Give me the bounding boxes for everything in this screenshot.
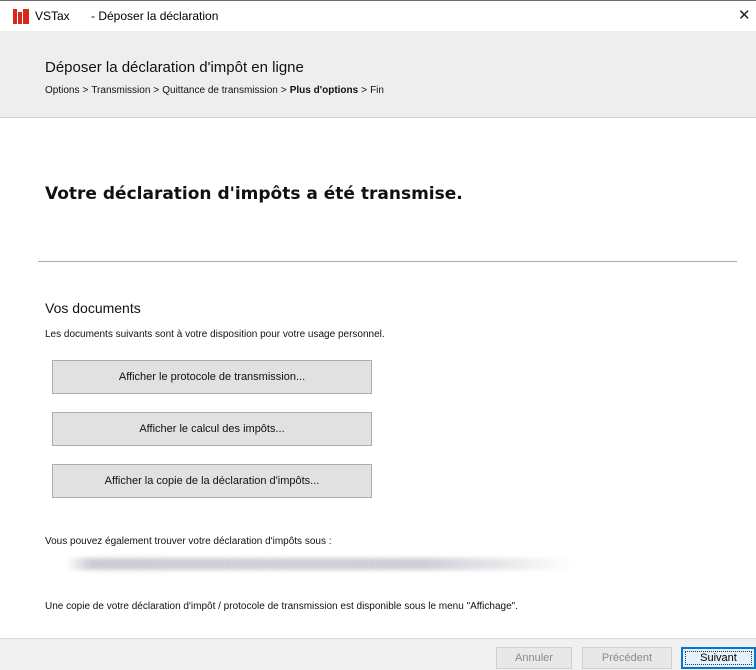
vstax-logo-icon <box>13 9 29 24</box>
breadcrumb-separator: > <box>361 85 368 96</box>
copy-availability-note: Une copie de votre déclaration d'impôt /… <box>45 601 518 612</box>
breadcrumb-step-receipt: Quittance de transmission <box>162 85 278 96</box>
previous-button[interactable]: Précédent <box>582 647 672 669</box>
documents-title: Vos documents <box>45 300 141 316</box>
cancel-button[interactable]: Annuler <box>496 647 572 669</box>
blurred-file-path <box>66 558 574 570</box>
focus-indicator <box>685 651 752 665</box>
title-bar: VSTax - Déposer la déclaration ✕ <box>0 1 756 31</box>
next-button[interactable]: Suivant <box>681 647 756 669</box>
breadcrumb-step-options: Options <box>45 85 80 96</box>
breadcrumb-separator: > <box>280 85 287 96</box>
app-name: VSTax <box>35 9 70 23</box>
documents-description: Les documents suivants sont à votre disp… <box>45 329 385 340</box>
breadcrumb-step-end: Fin <box>370 85 384 96</box>
breadcrumb-step-more-options: Plus d'options <box>289 85 359 96</box>
dialog-window: VSTax - Déposer la déclaration ✕ Déposer… <box>0 0 756 670</box>
close-icon[interactable]: ✕ <box>738 6 756 26</box>
show-return-copy-button[interactable]: Afficher la copie de la déclaration d'im… <box>52 464 372 498</box>
page-title: Déposer la déclaration d'impôt en ligne <box>45 59 304 76</box>
wizard-header: Déposer la déclaration d'impôt en ligne … <box>0 31 756 118</box>
breadcrumb-separator: > <box>82 85 89 96</box>
show-transmission-protocol-button[interactable]: Afficher le protocole de transmission... <box>52 360 372 394</box>
section-divider <box>38 261 737 262</box>
window-title: - Déposer la déclaration <box>91 9 219 23</box>
show-tax-calculation-button[interactable]: Afficher le calcul des impôts... <box>52 412 372 446</box>
breadcrumb-separator: > <box>153 85 160 96</box>
success-heading: Votre déclaration d'impôts a été transmi… <box>45 184 463 204</box>
file-location-label: Vous pouvez également trouver votre décl… <box>45 536 332 547</box>
breadcrumb-step-transmission: Transmission <box>91 85 151 96</box>
wizard-footer: Annuler Précédent Suivant <box>0 638 756 670</box>
breadcrumb: Options > Transmission > Quittance de transm… <box>45 85 384 96</box>
